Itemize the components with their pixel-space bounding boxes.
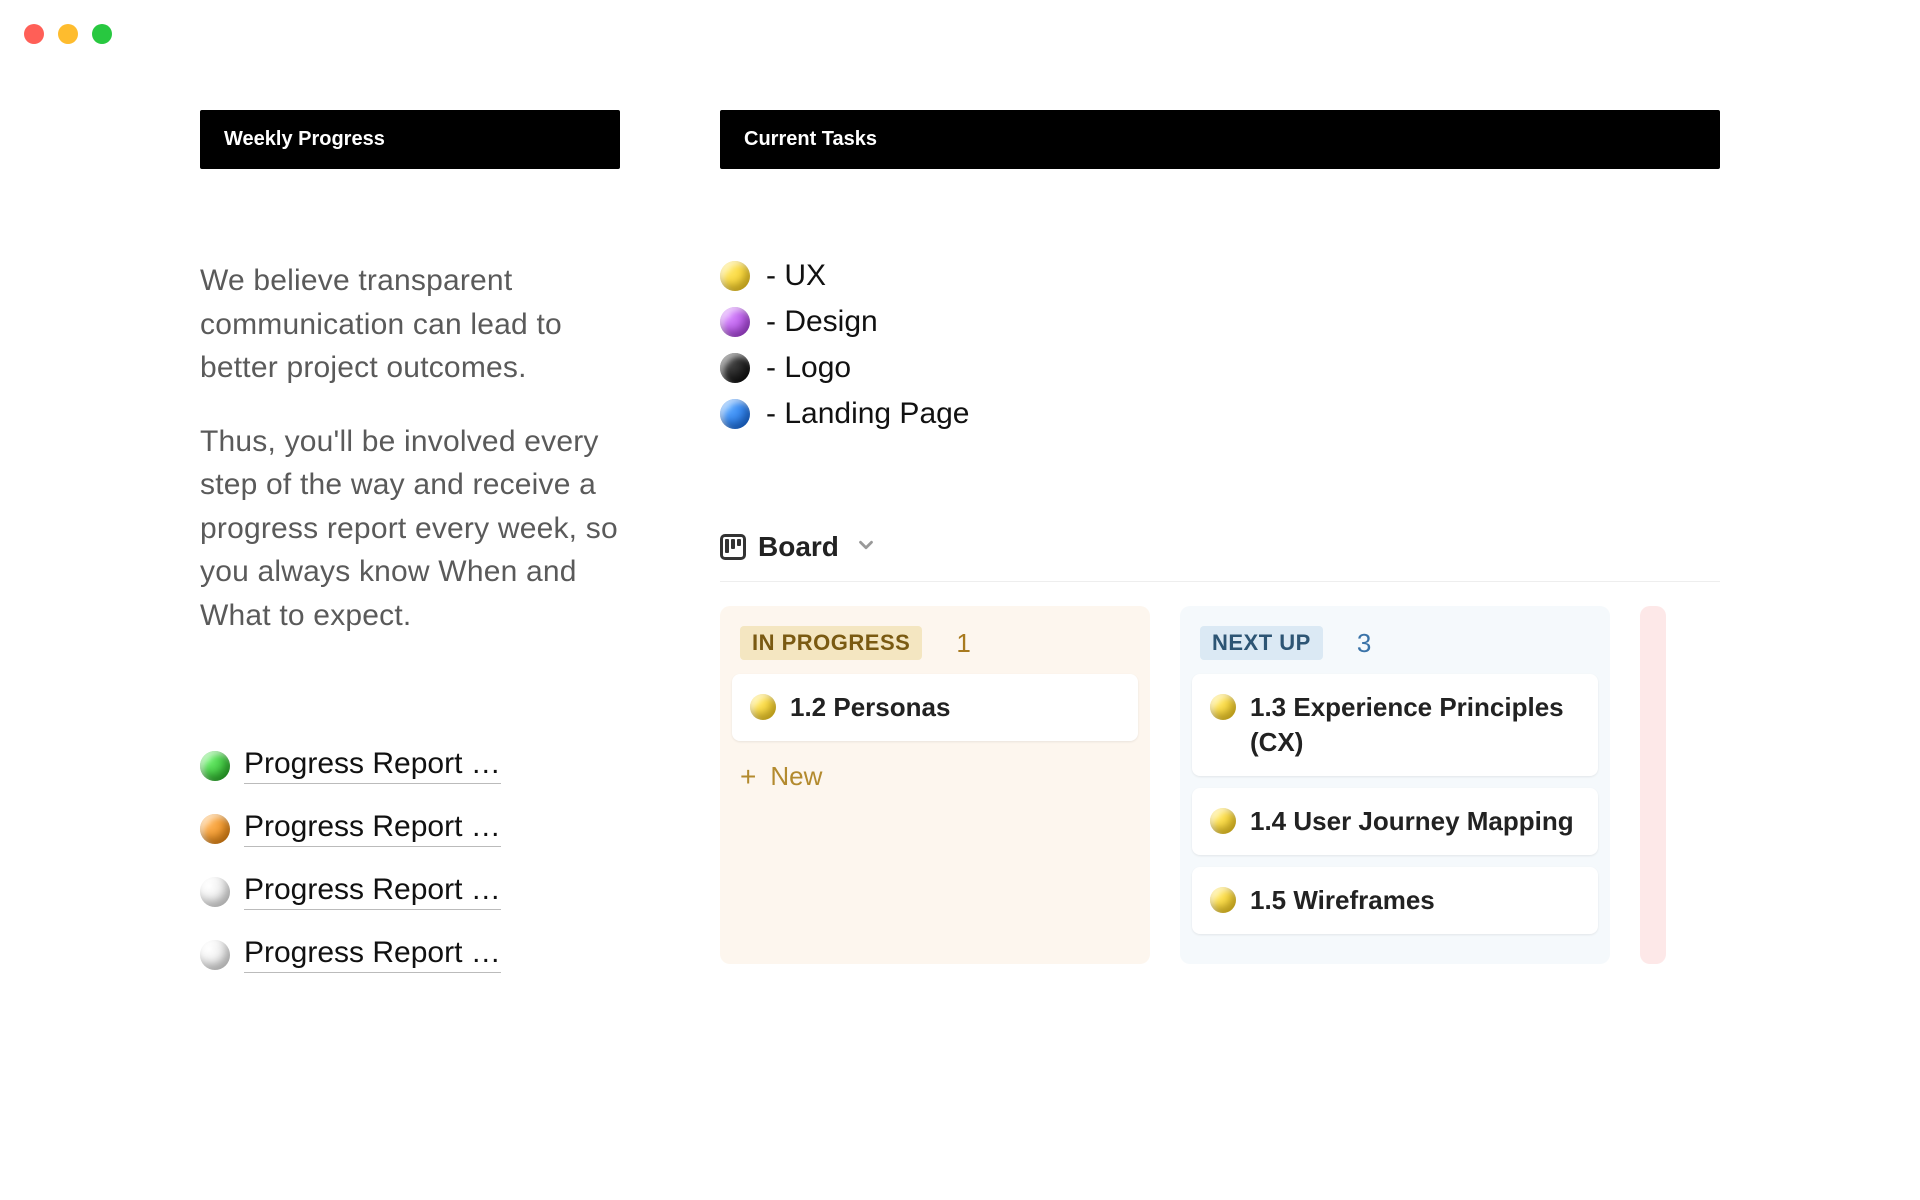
intro-paragraph-1: We believe transparent communication can… xyxy=(200,259,620,390)
intro-text: We believe transparent communication can… xyxy=(200,259,620,637)
report-label: Progress Report … xyxy=(244,747,501,784)
report-label: Progress Report … xyxy=(244,810,501,847)
task-card[interactable]: 1.3 Experience Principles (CX) xyxy=(1192,674,1598,776)
kanban-column-in-progress: IN PROGRESS 1 1.2 Personas + New xyxy=(720,606,1150,964)
column-count: 1 xyxy=(956,628,970,659)
report-label: Progress Report … xyxy=(244,873,501,910)
card-title: 1.3 Experience Principles (CX) xyxy=(1250,690,1580,760)
plus-icon: + xyxy=(740,763,756,791)
legend-label: - Design xyxy=(766,305,878,339)
status-ball-icon xyxy=(200,940,230,970)
column-count: 3 xyxy=(1357,628,1371,659)
card-title: 1.5 Wireframes xyxy=(1250,883,1435,918)
status-ball-icon xyxy=(200,814,230,844)
column-header: IN PROGRESS 1 xyxy=(732,620,1138,674)
board-view-label: Board xyxy=(758,531,839,563)
new-card-label: New xyxy=(770,761,822,792)
legend-label: - Landing Page xyxy=(766,397,970,431)
legend-ball-icon xyxy=(720,399,750,429)
column-tag: IN PROGRESS xyxy=(740,626,922,660)
list-item[interactable]: Progress Report … xyxy=(200,936,620,973)
legend-item: - Design xyxy=(720,305,1720,339)
status-ball-icon xyxy=(200,751,230,781)
card-ball-icon xyxy=(1210,887,1236,913)
legend-ball-icon xyxy=(720,307,750,337)
minimize-icon[interactable] xyxy=(58,24,78,44)
list-item[interactable]: Progress Report … xyxy=(200,873,620,910)
window-traffic-lights xyxy=(24,24,112,44)
close-icon[interactable] xyxy=(24,24,44,44)
kanban-column-peek xyxy=(1640,606,1666,964)
status-ball-icon xyxy=(200,877,230,907)
board-icon xyxy=(720,534,746,560)
legend-item: - Logo xyxy=(720,351,1720,385)
intro-paragraph-2: Thus, you'll be involved every step of t… xyxy=(200,420,620,638)
task-card[interactable]: 1.2 Personas xyxy=(732,674,1138,741)
kanban-column-next-up: NEXT UP 3 1.3 Experience Principles (CX)… xyxy=(1180,606,1610,964)
report-label: Progress Report … xyxy=(244,936,501,973)
column-header: NEXT UP 3 xyxy=(1192,620,1598,674)
list-item[interactable]: Progress Report … xyxy=(200,810,620,847)
task-card[interactable]: 1.5 Wireframes xyxy=(1192,867,1598,934)
card-ball-icon xyxy=(1210,808,1236,834)
legend-label: - UX xyxy=(766,259,826,293)
task-card[interactable]: 1.4 User Journey Mapping xyxy=(1192,788,1598,855)
column-tag: NEXT UP xyxy=(1200,626,1323,660)
legend-ball-icon xyxy=(720,261,750,291)
kanban-board: IN PROGRESS 1 1.2 Personas + New NEXT UP… xyxy=(720,606,1720,964)
new-card-button[interactable]: + New xyxy=(732,753,1138,800)
card-ball-icon xyxy=(1210,694,1236,720)
zoom-icon[interactable] xyxy=(92,24,112,44)
legend-label: - Logo xyxy=(766,351,851,385)
legend-item: - Landing Page xyxy=(720,397,1720,431)
board-view-selector[interactable]: Board xyxy=(720,531,1720,582)
card-title: 1.2 Personas xyxy=(790,690,950,725)
current-tasks-header: Current Tasks xyxy=(720,110,1720,169)
legend-ball-icon xyxy=(720,353,750,383)
task-legend: - UX - Design - Logo - Landing Page xyxy=(720,259,1720,431)
card-title: 1.4 User Journey Mapping xyxy=(1250,804,1574,839)
card-ball-icon xyxy=(750,694,776,720)
legend-item: - UX xyxy=(720,259,1720,293)
list-item[interactable]: Progress Report … xyxy=(200,747,620,784)
weekly-progress-header: Weekly Progress xyxy=(200,110,620,169)
progress-reports-list: Progress Report … Progress Report … Prog… xyxy=(200,747,620,973)
chevron-down-icon xyxy=(855,534,877,561)
